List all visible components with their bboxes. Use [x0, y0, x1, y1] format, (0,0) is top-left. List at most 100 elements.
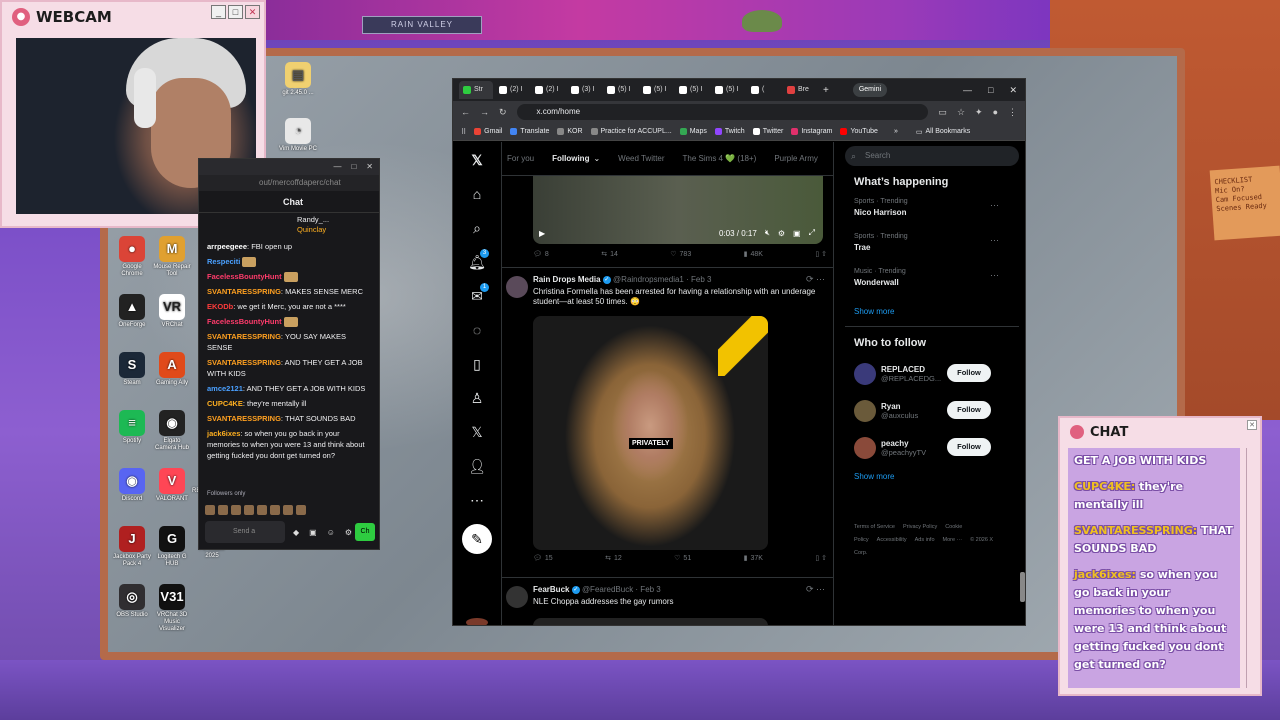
mute-icon[interactable]: 🔇︎ — [765, 228, 770, 238]
close-icon[interactable]: ✕ — [1247, 420, 1257, 430]
emote[interactable] — [283, 505, 293, 515]
desktop-icon[interactable]: J Jackbox Party Pack 4 — [112, 526, 152, 568]
gift-icon[interactable]: ▣ — [309, 528, 317, 537]
close-icon[interactable]: ✕ — [245, 5, 260, 19]
avatar[interactable] — [506, 276, 528, 298]
gemini-button[interactable]: Gemini — [852, 83, 888, 97]
show-more-link[interactable]: Show more — [854, 307, 1019, 316]
author-name[interactable]: Rain Drops Media — [533, 275, 601, 284]
footer-link[interactable]: Accessibility — [877, 537, 907, 543]
browser-tab[interactable]: ( — [747, 81, 781, 99]
search-input[interactable]: ⌕ Search — [845, 146, 1019, 166]
bookmark-item[interactable]: KOR — [557, 128, 583, 135]
bookmark-item[interactable]: Twitter — [752, 128, 783, 135]
emote[interactable] — [270, 505, 280, 515]
home-icon[interactable]: ⌂ — [467, 184, 487, 204]
more-bookmarks-icon[interactable]: » — [894, 128, 898, 135]
footer-link[interactable]: Privacy Policy — [903, 524, 937, 530]
bookmark-item[interactable]: Practice for ACCUPL... — [590, 128, 672, 135]
desktop-icon[interactable]: A Gaming Ally — [152, 352, 192, 387]
forward-icon[interactable]: → — [480, 107, 489, 117]
menu-icon[interactable]: ⋮ — [1008, 107, 1017, 118]
chat-username[interactable]: amce2121 — [207, 384, 243, 393]
browser-tab[interactable]: (2) I — [495, 81, 529, 99]
browser-tab[interactable]: (5) I — [639, 81, 673, 99]
desktop-icon[interactable]: ≡ Spotify — [112, 410, 152, 445]
like-button[interactable]: ♡ 783 — [670, 250, 691, 259]
premium-icon[interactable]: 𝕏 — [467, 422, 487, 442]
minimize-icon[interactable]: — — [333, 159, 341, 175]
close-icon[interactable]: ✕ — [366, 159, 373, 175]
maximize-icon[interactable]: □ — [988, 85, 993, 96]
scrollbar[interactable] — [1246, 448, 1256, 688]
retweet-button[interactable]: ⇆ 12 — [605, 554, 622, 563]
chat-username[interactable]: jack6ixes — [207, 429, 240, 438]
chat-username[interactable]: SVANTARESSPRING — [207, 287, 281, 296]
timeline-tab[interactable]: Purple Army — [774, 154, 818, 163]
chat-username[interactable]: SVANTARESSPRING — [207, 358, 281, 367]
new-tab-icon[interactable]: + — [823, 85, 829, 96]
star-icon[interactable]: ☆ — [957, 107, 965, 118]
browser-tab[interactable]: (5) I — [675, 81, 709, 99]
reply-button[interactable]: 💬︎ 15 — [533, 554, 553, 563]
desktop-file-icon[interactable]: ◔ Vim Movie PC — [278, 118, 318, 153]
minimize-icon[interactable]: — — [963, 85, 972, 96]
video-player[interactable]: ▶ 0:03 / 0:17 🔇︎ ⚙ ▣ ⤢ — [533, 176, 823, 244]
browser-tab[interactable]: Str — [459, 81, 493, 99]
bookmark-item[interactable]: YouTube — [840, 128, 878, 135]
settings-icon[interactable]: ⚙ — [345, 528, 352, 537]
retweet-button[interactable]: ⇆ 14 — [601, 250, 618, 259]
footer-link[interactable]: Terms of Service — [854, 524, 895, 530]
desktop-icon[interactable]: ◎ OBS Studio — [112, 584, 152, 619]
communities-icon[interactable]: ♙ — [467, 388, 487, 408]
views-button[interactable]: ▮ 48K — [744, 250, 763, 259]
author-handle[interactable]: @FearedBuck · Feb 3 — [582, 585, 661, 594]
maximize-icon[interactable]: □ — [228, 5, 243, 19]
reply-button[interactable]: 💬︎ 8 — [533, 250, 549, 259]
url-field[interactable]: x.com/home — [516, 104, 929, 120]
avatar[interactable] — [854, 362, 876, 385]
timeline-tab[interactable]: Weed Twitter — [618, 154, 664, 163]
desktop-icon[interactable]: ▲ OneForge — [112, 294, 152, 329]
trend-item[interactable]: Music · Trending Wonderwall ⋯ — [845, 264, 1019, 299]
extensions-icon[interactable]: ✦ — [975, 107, 983, 118]
play-icon[interactable]: ▶ — [539, 229, 545, 238]
emote-picker-icon[interactable]: ☺ — [327, 528, 335, 537]
scrollbar[interactable] — [1020, 572, 1025, 602]
notifications-icon[interactable]: 🔔︎ 3 — [467, 249, 489, 272]
like-button[interactable]: ♡ 51 — [674, 554, 691, 563]
follow-button[interactable]: Follow — [947, 438, 991, 456]
bookmarks-icon[interactable]: ▯ — [467, 354, 487, 374]
post-button[interactable]: ✎ — [462, 524, 492, 554]
apps-icon[interactable]: ⠿ — [461, 128, 466, 136]
messages-icon[interactable]: ✉ 1 — [467, 283, 489, 306]
pip-icon[interactable]: ▣ — [793, 229, 801, 238]
browser-tab[interactable]: Bre — [783, 81, 817, 99]
emote[interactable] — [205, 505, 215, 515]
more-icon[interactable]: ⋯ — [990, 235, 999, 246]
chat-username[interactable]: EKODb — [207, 302, 233, 311]
more-icon[interactable]: ⟳ ⋯ — [806, 584, 825, 595]
desktop-icon[interactable]: ◉ Elgato Camera Hub — [152, 410, 192, 452]
bookmark-share[interactable]: ▯ ⇧ — [815, 250, 827, 258]
more-icon[interactable]: ⋯ — [990, 200, 999, 211]
profile-icon[interactable]: 👤︎ — [467, 456, 487, 476]
maximize-icon[interactable]: □ — [351, 159, 356, 175]
desktop-icon[interactable]: V31 VRChat 3D Music Visualizer — [152, 584, 192, 633]
emote[interactable] — [218, 505, 228, 515]
desktop-icon[interactable]: M Mouse Repair Tool — [152, 236, 192, 278]
trend-item[interactable]: Sports · Trending Nico Harrison ⋯ — [845, 194, 1019, 229]
avatar[interactable] — [854, 436, 876, 459]
desktop-icon[interactable]: S Steam — [112, 352, 152, 387]
desktop-icon[interactable]: VR VRChat — [152, 294, 192, 329]
search-icon[interactable]: ⌕ — [467, 218, 487, 238]
desktop-icon[interactable]: ● Google Chrome — [112, 236, 152, 278]
chat-username[interactable]: FacelessBountyHunt — [207, 272, 282, 281]
avatar[interactable] — [506, 586, 528, 608]
chevron-down-icon[interactable]: ⌄ — [593, 154, 600, 163]
browser-tab[interactable]: (5) I — [603, 81, 637, 99]
footer-link[interactable]: More ··· — [943, 537, 963, 543]
author-name[interactable]: FearBuck — [533, 585, 569, 594]
browser-tab[interactable]: (3) I — [567, 81, 601, 99]
chat-username[interactable]: Respeciti — [207, 257, 240, 266]
